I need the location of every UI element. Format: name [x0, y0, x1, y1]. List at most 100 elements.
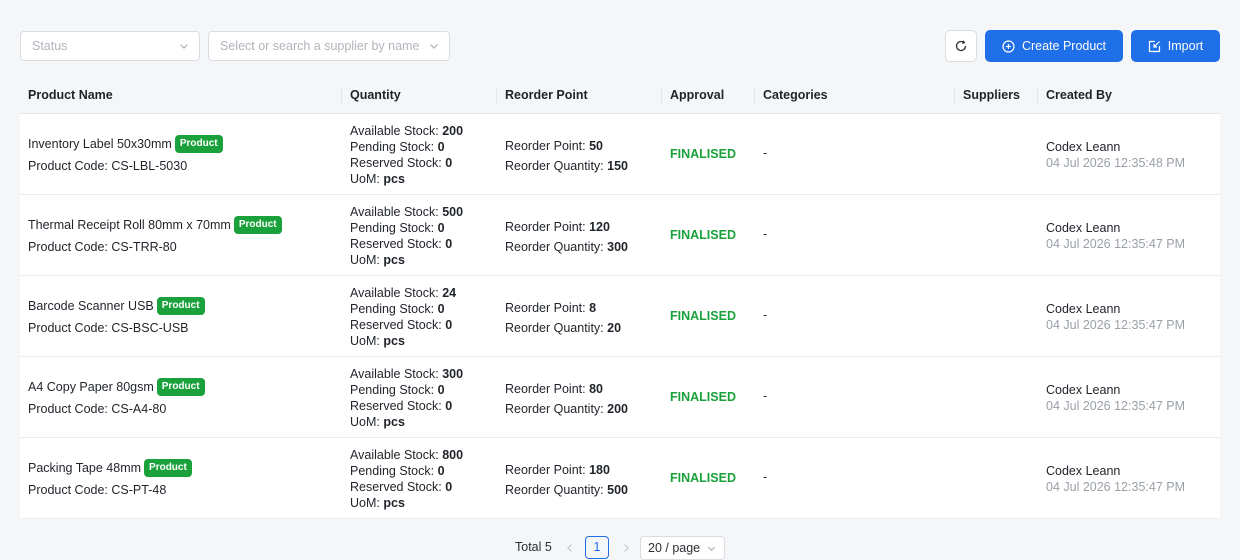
available-stock-value: 200	[442, 124, 464, 138]
reorder-point-line: Reorder Point: 80	[505, 379, 628, 399]
created-by-name: Codex Leann	[1046, 140, 1121, 154]
available-stock-line: Available Stock: 200	[350, 123, 463, 139]
pending-stock-value: 0	[437, 464, 445, 478]
created-by-cell: Codex Leann 04 Jul 2026 12:35:47 PM	[1046, 220, 1185, 252]
available-stock-line: Available Stock: 800	[350, 447, 463, 463]
refresh-icon	[955, 40, 967, 52]
pending-stock-label: Pending Stock:	[350, 302, 435, 316]
reorder-point-line: Reorder Point: 8	[505, 298, 621, 318]
pending-stock-label: Pending Stock:	[350, 221, 435, 235]
refresh-button[interactable]	[945, 30, 977, 62]
column-header-created-by: Created By	[1046, 88, 1112, 102]
available-stock-value: 24	[442, 286, 457, 300]
uom-value: pcs	[383, 253, 405, 267]
column-header-suppliers: Suppliers	[955, 79, 1038, 114]
supplier-filter-select[interactable]: Select or search a supplier by name	[208, 31, 450, 61]
product-code: Product Code: CS-PT-48	[28, 483, 166, 497]
pending-stock-line: Pending Stock: 0	[350, 139, 463, 155]
product-code: Product Code: CS-LBL-5030	[28, 159, 187, 173]
product-code-value: CS-BSC-USB	[111, 321, 189, 335]
reserved-stock-value: 0	[445, 237, 453, 251]
quantity-cell: Available Stock: 24 Pending Stock: 0 Reser…	[350, 285, 456, 349]
reorder-point-line: Reorder Point: 50	[505, 136, 628, 156]
pending-stock-line: Pending Stock: 0	[350, 382, 463, 398]
reserved-stock-value: 0	[445, 399, 453, 413]
table-row[interactable]: Barcode Scanner USB Product Product Code: …	[20, 276, 1220, 357]
status-filter-select[interactable]: Status	[20, 31, 200, 61]
available-stock-label: Available Stock:	[350, 124, 439, 138]
reorder-quantity-label: Reorder Quantity:	[505, 240, 604, 254]
table-row[interactable]: A4 Copy Paper 80gsm Product Product Code: …	[20, 357, 1220, 438]
uom-line: UoM: pcs	[350, 495, 463, 511]
created-by-name: Codex Leann	[1046, 464, 1121, 478]
reserved-stock-value: 0	[445, 156, 453, 170]
created-by-name: Codex Leann	[1046, 302, 1121, 316]
created-by-name: Codex Leann	[1046, 383, 1121, 397]
pending-stock-label: Pending Stock:	[350, 464, 435, 478]
available-stock-label: Available Stock:	[350, 205, 439, 219]
uom-line: UoM: pcs	[350, 171, 463, 187]
column-header-categories: Categories	[755, 79, 955, 114]
product-name-cell: Barcode Scanner USB Product	[28, 297, 205, 315]
product-code: Product Code: CS-BSC-USB	[28, 321, 189, 335]
product-type-badge: Product	[144, 459, 192, 477]
categories-value: -	[763, 470, 768, 484]
available-stock-value: 300	[442, 367, 464, 381]
table-row[interactable]: Thermal Receipt Roll 80mm x 70mm Product P…	[20, 195, 1220, 276]
reserved-stock-line: Reserved Stock: 0	[350, 155, 463, 171]
reorder-point-label: Reorder Point:	[505, 139, 586, 153]
reorder-point-line: Reorder Point: 120	[505, 217, 628, 237]
created-at-date: 04 Jul 2026 12:35:47 PM	[1046, 237, 1185, 251]
table-row[interactable]: Inventory Label 50x30mm Product Product Co…	[20, 114, 1220, 195]
page-size-select[interactable]: 20 / page	[640, 536, 725, 560]
chevron-down-icon	[430, 44, 438, 49]
table-row[interactable]: Packing Tape 48mm Product Product Code: CS…	[20, 438, 1220, 519]
categories-value: -	[763, 389, 768, 403]
page-number-button[interactable]: 1	[585, 536, 609, 559]
created-by-cell: Codex Leann 04 Jul 2026 12:35:47 PM	[1046, 301, 1185, 333]
available-stock-line: Available Stock: 24	[350, 285, 456, 301]
column-header-approval: Approval	[662, 79, 755, 114]
available-stock-label: Available Stock:	[350, 367, 439, 381]
available-stock-line: Available Stock: 300	[350, 366, 463, 382]
approval-status: FINALISED	[670, 390, 736, 404]
pagination-total: Total 5	[515, 540, 552, 554]
import-icon	[1148, 40, 1160, 52]
chevron-right-icon[interactable]	[621, 543, 631, 553]
created-at-date: 04 Jul 2026 12:35:47 PM	[1046, 480, 1185, 494]
product-code-value: CS-LBL-5030	[111, 159, 188, 173]
reorder-quantity-value: 150	[607, 159, 629, 173]
created-by-cell: Codex Leann 04 Jul 2026 12:35:47 PM	[1046, 463, 1185, 495]
product-code-label: Product Code:	[28, 402, 108, 416]
product-name-cell: Thermal Receipt Roll 80mm x 70mm Product	[28, 216, 282, 234]
reserved-stock-line: Reserved Stock: 0	[350, 479, 463, 495]
products-table: Product Name Quantity Reorder Point Appr…	[20, 79, 1220, 519]
categories-value: -	[763, 308, 768, 322]
reorder-quantity-line: Reorder Quantity: 150	[505, 156, 628, 176]
table-body: Inventory Label 50x30mm Product Product Co…	[20, 114, 1220, 519]
plus-circle-icon	[1002, 39, 1015, 53]
reorder-quantity-label: Reorder Quantity:	[505, 159, 604, 173]
product-type-badge: Product	[156, 378, 205, 396]
pending-stock-value: 0	[437, 302, 445, 316]
uom-label: UoM:	[350, 415, 380, 429]
product-name: Thermal Receipt Roll 80mm x 70mm	[28, 218, 231, 232]
reorder-point-line: Reorder Point: 180	[505, 460, 628, 480]
toolbar: Status Select or search a supplier by na…	[20, 30, 1220, 62]
reorder-quantity-value: 500	[607, 483, 629, 497]
product-type-badge: Product	[233, 216, 282, 234]
pending-stock-value: 0	[437, 221, 445, 235]
created-by-name: Codex Leann	[1046, 221, 1121, 235]
import-button[interactable]: Import	[1131, 30, 1220, 62]
product-name: Packing Tape 48mm	[28, 461, 142, 475]
chevron-left-icon[interactable]	[565, 543, 575, 553]
uom-label: UoM:	[350, 496, 380, 510]
pending-stock-label: Pending Stock:	[350, 383, 435, 397]
reorder-cell: Reorder Point: 120 Reorder Quantity: 300	[505, 217, 628, 257]
available-stock-label: Available Stock:	[350, 286, 439, 300]
create-product-button[interactable]: Create Product	[985, 30, 1123, 62]
available-stock-value: 800	[442, 448, 464, 462]
product-code-label: Product Code:	[28, 321, 108, 335]
product-code: Product Code: CS-A4-80	[28, 402, 166, 416]
approval-status: FINALISED	[670, 147, 736, 161]
